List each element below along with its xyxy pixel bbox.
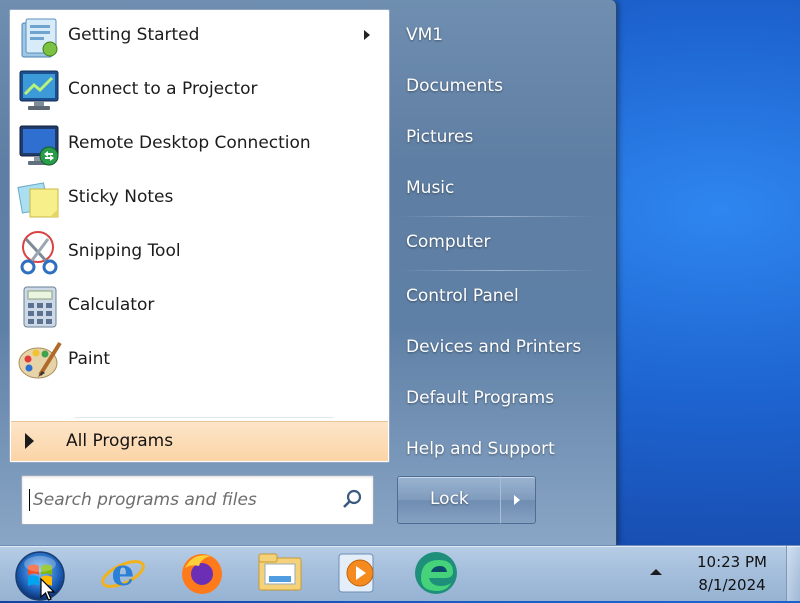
program-snipping-tool[interactable]: Snipping Tool <box>14 226 384 280</box>
lock-button[interactable]: Lock <box>397 476 502 524</box>
right-item-default-programs[interactable]: Default Programs <box>396 378 606 420</box>
text-caret <box>29 489 30 511</box>
right-item-label: Help and Support <box>406 439 555 459</box>
right-item-help-and-support[interactable]: Help and Support <box>396 429 606 471</box>
divider <box>74 417 334 418</box>
getting-started-icon <box>21 18 58 58</box>
program-label: Paint <box>68 349 111 369</box>
clock-date: 8/1/2024 <box>698 576 766 594</box>
internet-explorer-icon[interactable]: e <box>98 548 148 598</box>
program-label: Connect to a Projector <box>68 79 258 99</box>
search-placeholder: Search programs and files <box>33 490 257 510</box>
chevron-right-icon <box>514 495 520 505</box>
program-getting-started[interactable]: Getting Started <box>14 10 384 64</box>
calculator-icon <box>23 286 57 328</box>
all-programs-label: All Programs <box>66 431 174 451</box>
pinned-programs-pane: Getting Started Connect to a Projector R… <box>9 9 390 463</box>
right-item-devices-and-printers[interactable]: Devices and Printers <box>396 327 606 369</box>
right-item-control-panel[interactable]: Control Panel <box>396 276 606 318</box>
power-options-arrow-button[interactable] <box>500 476 536 524</box>
program-label: Snipping Tool <box>68 241 181 261</box>
right-item-documents[interactable]: Documents <box>396 66 606 108</box>
program-calculator[interactable]: Calculator <box>14 280 384 334</box>
clock[interactable]: 10:23 PM 8/1/2024 <box>682 551 782 597</box>
program-remote-desktop[interactable]: Remote Desktop Connection <box>14 118 384 172</box>
divider <box>400 270 596 271</box>
search-icon[interactable] <box>342 488 364 510</box>
right-item-vm1[interactable]: VM1 <box>396 15 606 57</box>
svg-text:e: e <box>112 552 135 594</box>
program-label: Calculator <box>68 295 155 315</box>
start-menu: Getting Started Connect to a Projector R… <box>0 0 617 545</box>
program-connect-to-projector[interactable]: Connect to a Projector <box>14 64 384 118</box>
remote-desktop-icon <box>19 125 59 166</box>
right-item-pictures[interactable]: Pictures <box>396 117 606 159</box>
program-paint[interactable]: Paint <box>14 334 384 388</box>
right-item-label: Default Programs <box>406 388 555 408</box>
right-item-label: Computer <box>406 232 491 252</box>
right-item-label: VM1 <box>406 25 444 45</box>
right-item-label: Pictures <box>406 127 474 147</box>
snipping-tool-icon <box>20 231 58 275</box>
right-item-label: Music <box>406 178 455 198</box>
expand-arrow-icon <box>25 433 34 449</box>
right-item-label: Documents <box>406 76 503 96</box>
file-explorer-icon[interactable] <box>255 548 305 598</box>
firefox-icon[interactable] <box>177 548 227 598</box>
paint-icon <box>18 341 62 379</box>
media-player-icon[interactable] <box>333 548 383 598</box>
program-label: Remote Desktop Connection <box>68 133 311 153</box>
show-desktop-button[interactable] <box>786 546 800 601</box>
right-item-label: Devices and Printers <box>406 337 582 357</box>
program-sticky-notes[interactable]: Sticky Notes <box>14 172 384 226</box>
program-label: Sticky Notes <box>68 187 174 207</box>
edge-icon[interactable] <box>411 548 461 598</box>
mouse-cursor-icon <box>40 578 56 601</box>
right-item-music[interactable]: Music <box>396 168 606 210</box>
lock-button-label: Lock <box>430 489 469 509</box>
submenu-arrow-icon[interactable] <box>364 30 370 40</box>
program-label: Getting Started <box>68 25 200 45</box>
taskbar: e 10:23 PM 8/1/2024 <box>0 545 800 601</box>
search-box[interactable]: Search programs and files <box>21 475 374 525</box>
right-item-label: Control Panel <box>406 286 519 306</box>
clock-time: 10:23 PM <box>697 553 767 571</box>
sticky-notes-icon <box>17 182 59 218</box>
right-item-computer[interactable]: Computer <box>396 222 606 264</box>
projector-icon <box>19 70 59 110</box>
divider <box>400 216 596 217</box>
show-hidden-icons-button[interactable] <box>650 569 662 575</box>
all-programs-button[interactable]: All Programs <box>11 421 388 461</box>
